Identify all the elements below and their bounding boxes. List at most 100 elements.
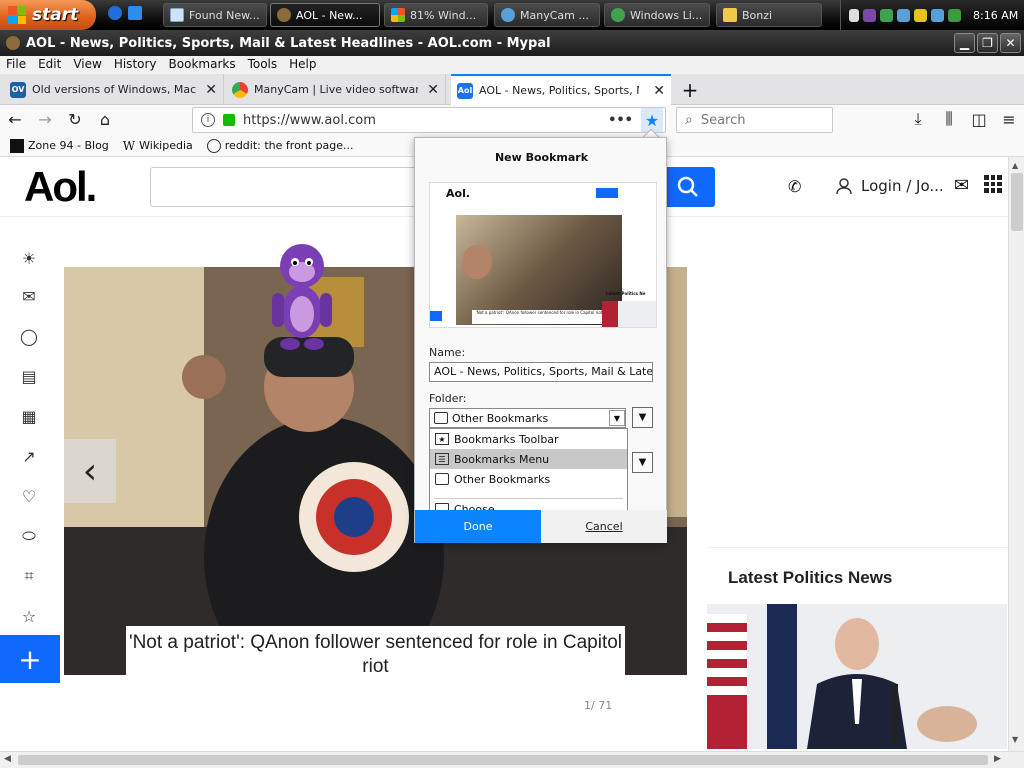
vertical-scroll-thumb[interactable] — [1011, 173, 1023, 231]
bookmark-name-input[interactable]: AOL - News, Politics, Sports, Mail & Lat… — [429, 362, 653, 382]
bookmark-star-icon[interactable]: ★ — [641, 108, 663, 132]
menu-history[interactable]: History — [108, 56, 163, 74]
menu-edit[interactable]: Edit — [32, 56, 67, 74]
done-button[interactable]: Done — [415, 510, 541, 543]
scroll-down-arrow-icon[interactable]: ▼ — [1012, 735, 1018, 744]
close-tab-icon[interactable]: ✕ — [427, 82, 439, 98]
new-tab-icon[interactable]: + — [678, 78, 702, 102]
messenger-tray-icon[interactable] — [880, 8, 893, 22]
cancel-button[interactable]: Cancel — [541, 510, 667, 543]
network-icon[interactable] — [897, 8, 910, 22]
keyboard-icon[interactable] — [849, 8, 859, 22]
url-text[interactable]: https://www.aol.com — [243, 113, 376, 128]
aol-search-button[interactable] — [660, 167, 715, 207]
globe-icon — [206, 138, 221, 153]
horizontal-scroll-thumb[interactable] — [18, 755, 988, 765]
back-arrow-icon[interactable]: ← — [3, 107, 27, 131]
menu-bookmarks[interactable]: Bookmarks — [163, 56, 242, 74]
library-icon[interactable]: ⫼ — [937, 107, 961, 131]
close-tab-icon[interactable]: ✕ — [653, 83, 665, 99]
menu-file[interactable]: File — [0, 56, 32, 74]
preview-header: Aol. — [432, 185, 656, 203]
taskbar-button-bonzi[interactable]: Bonzi — [716, 3, 822, 27]
aol-logo[interactable]: Aol. — [24, 163, 97, 211]
forward-arrow-icon[interactable]: → — [33, 107, 57, 131]
football-icon[interactable]: ⬭ — [18, 525, 40, 547]
reload-icon[interactable]: ↻ — [63, 107, 87, 131]
tags-expand-button[interactable]: ▼ — [632, 452, 653, 473]
taskbar-button-found-new[interactable]: Found New... — [163, 3, 267, 27]
bonzi-tray-icon[interactable] — [863, 8, 876, 22]
login-link[interactable]: Login / Jo... — [835, 177, 944, 195]
star-icon[interactable]: ☆ — [18, 605, 40, 627]
heart-icon[interactable]: ♡ — [18, 485, 40, 507]
preview-hero-image: 'Not a patriot': QAnon follower sentence… — [456, 215, 622, 325]
tab-aol[interactable]: Aol AOL - News, Politics, Sports, Mail ✕ — [451, 74, 671, 105]
chevron-down-icon[interactable]: ▼ — [609, 410, 625, 426]
vertical-scrollbar[interactable]: ▲ ▼ — [1008, 157, 1024, 751]
folder-option-other-bookmarks[interactable]: Other Bookmarks — [430, 469, 627, 489]
search-placeholder[interactable]: Search — [701, 113, 746, 128]
clock[interactable]: 8:16 AM — [973, 9, 1018, 22]
bonzi-buddy-icon[interactable] — [262, 238, 342, 353]
scroll-up-arrow-icon[interactable]: ▲ — [1012, 161, 1018, 170]
folder-option-bookmarks-toolbar[interactable]: ★ Bookmarks Toolbar — [430, 429, 627, 449]
mail-icon[interactable]: ✉ — [954, 175, 969, 196]
close-tab-icon[interactable]: ✕ — [205, 82, 217, 98]
menu-help[interactable]: Help — [283, 56, 322, 74]
url-bar[interactable]: i https://www.aol.com ••• — [192, 107, 666, 133]
hamburger-menu-icon[interactable]: ≡ — [997, 107, 1021, 131]
download-icon[interactable]: ⤓ — [906, 107, 930, 131]
close-window-button[interactable]: ✕ — [1000, 33, 1021, 53]
ie-alt-icon[interactable] — [128, 6, 142, 20]
news-icon[interactable]: ▤ — [18, 365, 40, 387]
scroll-right-arrow-icon[interactable]: ▶ — [994, 754, 1001, 764]
login-label[interactable]: Login / Jo... — [861, 177, 944, 195]
politics-title[interactable]: Latest Politics News — [728, 568, 892, 588]
home-icon[interactable]: ⌂ — [93, 107, 117, 131]
video-clapper-icon[interactable]: ▦ — [18, 405, 40, 427]
info-icon[interactable]: i — [201, 113, 215, 127]
mail-icon[interactable]: ✉ — [18, 285, 40, 307]
bookmark-zone94[interactable]: Zone 94 - Blog — [10, 138, 109, 153]
finance-chart-icon[interactable]: ↗ — [18, 445, 40, 467]
horizontal-scrollbar[interactable]: ◀ ▶ — [0, 751, 1024, 768]
minimize-button[interactable]: ▁ — [954, 33, 975, 53]
start-button[interactable]: start — [0, 0, 96, 30]
bookmark-reddit[interactable]: reddit: the front page... — [206, 138, 354, 153]
folder-expand-button[interactable]: ▼ — [632, 407, 653, 428]
hero-caption[interactable]: 'Not a patriot': QAnon follower sentence… — [126, 626, 625, 684]
shield-icon[interactable] — [914, 8, 927, 22]
folder-select-value[interactable]: Other Bookmarks — [452, 412, 548, 425]
carousel-prev-arrow-icon[interactable]: ‹ — [64, 439, 116, 503]
ie-icon[interactable] — [108, 6, 122, 20]
search-bar[interactable]: ⌕ Search — [676, 107, 833, 133]
apps-grid-icon[interactable] — [984, 175, 1002, 193]
bookmark-wikipedia[interactable]: W Wikipedia — [123, 139, 193, 153]
page-actions-icon[interactable]: ••• — [608, 113, 633, 128]
add-button[interactable]: + — [0, 635, 60, 683]
gamepad-icon[interactable]: ⌗ — [18, 565, 40, 587]
maximize-button[interactable]: ❐ — [977, 33, 998, 53]
politics-image[interactable] — [707, 604, 1007, 749]
sidebar-icon[interactable]: ◫ — [967, 107, 991, 131]
taskbar-button-windows-live[interactable]: Windows Li... — [604, 3, 710, 27]
weather-sun-icon[interactable]: ☀ — [18, 247, 40, 269]
scroll-left-arrow-icon[interactable]: ◀ — [4, 754, 11, 764]
menu-view[interactable]: View — [67, 56, 107, 74]
taskbar-button-manycam[interactable]: ManyCam ... — [494, 3, 600, 27]
menu-tools[interactable]: Tools — [242, 56, 284, 74]
manycam-tray-icon[interactable] — [931, 8, 944, 22]
manycam-icon — [501, 8, 515, 22]
folder-option-bookmarks-menu[interactable]: ☰ Bookmarks Menu — [430, 449, 627, 469]
folder-option-label: Bookmarks Menu — [454, 452, 550, 466]
taskbar-button-windows-update[interactable]: 81% Wind... — [384, 3, 488, 27]
volume-icon[interactable] — [948, 8, 961, 22]
taskbar-button-aol[interactable]: AOL - New... — [270, 3, 380, 27]
phone-icon[interactable]: ✆ — [788, 177, 801, 196]
tab-old-versions[interactable]: OV Old versions of Windows, Mac and ✕ — [4, 74, 224, 105]
user-icon[interactable]: ◯ — [18, 325, 40, 347]
folder-select[interactable]: Other Bookmarks ▼ — [429, 408, 626, 428]
lock-icon[interactable] — [223, 114, 235, 126]
tab-manycam[interactable]: ManyCam | Live video software & ✕ — [226, 74, 446, 105]
